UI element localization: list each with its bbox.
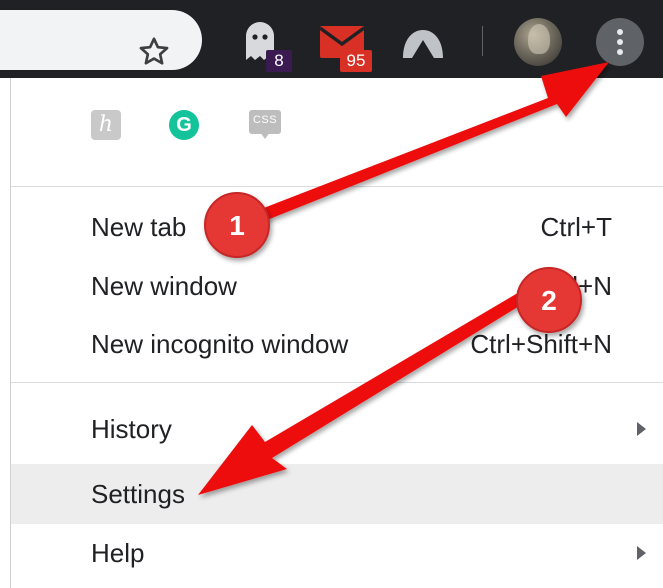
extension-row: ℎ G CSS xyxy=(11,78,663,186)
submenu-arrow-icon xyxy=(637,422,646,436)
menu-item-shortcut: Ctrl+T xyxy=(540,212,613,242)
menu-item-history[interactable]: History xyxy=(11,399,663,459)
submenu-arrow-icon xyxy=(637,546,646,560)
mountain-icon[interactable] xyxy=(400,26,446,60)
vertical-dots-icon[interactable] xyxy=(596,18,644,66)
menu-item-label: New tab xyxy=(91,212,187,242)
profile-avatar[interactable] xyxy=(514,18,562,66)
chrome-main-menu: ℎ G CSS New tab Ctrl+T New window Ctrl+N… xyxy=(10,78,663,588)
menu-item-new-window[interactable]: New window Ctrl+N xyxy=(11,256,663,316)
menu-item-label: Settings xyxy=(91,479,185,509)
mail-count-badge: 95 xyxy=(340,50,372,72)
css-viewer-icon[interactable]: CSS xyxy=(249,110,281,139)
menu-item-label: New incognito window xyxy=(91,329,349,359)
address-bar[interactable] xyxy=(0,10,202,70)
browser-toolbar: 8 95 xyxy=(0,0,663,78)
toolbar-divider xyxy=(482,26,483,56)
menu-item-shortcut: Ctrl+Shift+N xyxy=(470,329,612,359)
menu-item-new-tab[interactable]: New tab Ctrl+T xyxy=(11,197,663,257)
menu-item-label: Help xyxy=(91,538,145,568)
menu-item-settings[interactable]: Settings xyxy=(11,464,663,524)
menu-item-label: History xyxy=(91,414,172,444)
ghostery-count-badge: 8 xyxy=(266,50,292,72)
grammarly-icon[interactable]: G xyxy=(169,110,199,140)
keep-extension-icon[interactable]: ℎ xyxy=(91,110,121,140)
menu-divider xyxy=(11,382,663,383)
menu-item-shortcut: Ctrl+N xyxy=(537,271,612,301)
star-icon[interactable] xyxy=(136,34,172,70)
menu-item-new-incognito-window[interactable]: New incognito window Ctrl+Shift+N xyxy=(11,314,663,374)
menu-item-help[interactable]: Help xyxy=(11,523,663,583)
menu-divider xyxy=(11,186,663,187)
menu-item-label: New window xyxy=(91,271,237,301)
